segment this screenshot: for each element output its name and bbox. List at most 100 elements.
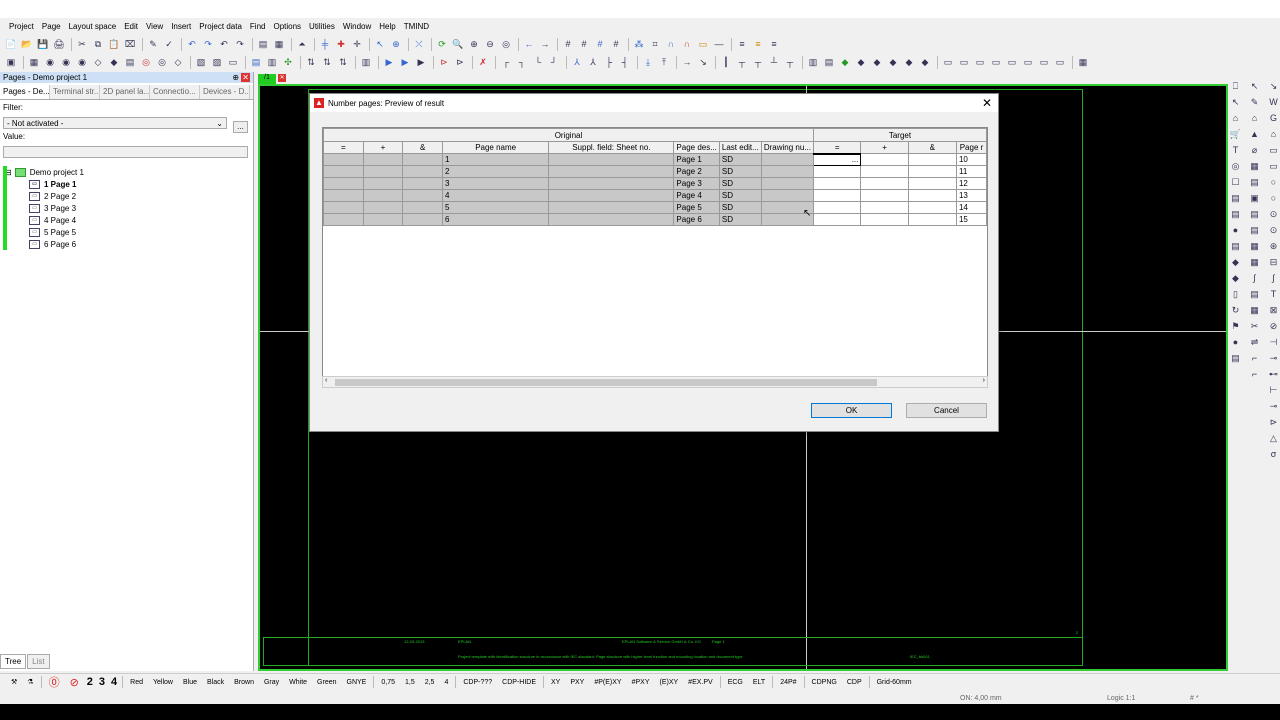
- coordinate-mode-button[interactable]: XY: [546, 679, 565, 686]
- toolbar-icon[interactable]: ⊕: [389, 38, 403, 50]
- toolbar-icon[interactable]: ▭: [1037, 56, 1051, 68]
- horizontal-scrollbar[interactable]: ‹ ›: [322, 376, 988, 388]
- toolbar-icon[interactable]: ▥: [806, 56, 820, 68]
- tool-icon[interactable]: ▤: [1229, 192, 1242, 205]
- target-cell[interactable]: 11: [955, 165, 987, 178]
- target-cell[interactable]: [907, 153, 957, 166]
- scrollbar-thumb[interactable]: [335, 379, 877, 386]
- table-row[interactable]: 6 Page 6 SD 15: [323, 213, 987, 226]
- tool-icon[interactable]: ↖: [1248, 80, 1261, 93]
- scroll-left-icon[interactable]: ‹: [325, 377, 327, 384]
- tool-icon[interactable]: ▦: [1248, 240, 1261, 253]
- pin-icon[interactable]: ⊕: [232, 73, 239, 82]
- toolbar-icon[interactable]: ↷: [233, 38, 247, 50]
- target-cell[interactable]: [860, 189, 909, 202]
- toolbar-icon[interactable]: ∩: [664, 38, 678, 50]
- toolbar-icon[interactable]: ✛: [350, 38, 364, 50]
- tool-icon[interactable]: ⊸: [1267, 352, 1280, 365]
- toolbar-icon[interactable]: ┤: [618, 56, 632, 68]
- tool-icon[interactable]: ⌂: [1248, 112, 1261, 125]
- target-cell[interactable]: ...: [812, 153, 862, 166]
- menu-item-view[interactable]: View: [142, 22, 167, 31]
- toolbar-icon[interactable]: ▦: [27, 56, 41, 68]
- menu-item-options[interactable]: Options: [269, 22, 305, 31]
- tree-page-node[interactable]: ▭ 4 Page 4: [0, 214, 253, 226]
- toolbar-icon[interactable]: ▭: [957, 56, 971, 68]
- toolbar-icon[interactable]: ▥: [265, 56, 279, 68]
- tool-icon[interactable]: ⇌: [1248, 336, 1261, 349]
- tab-list[interactable]: List: [27, 654, 50, 669]
- target-cell[interactable]: [812, 213, 862, 226]
- column-header[interactable]: &: [402, 141, 443, 154]
- toolbar-icon[interactable]: ◇: [171, 56, 185, 68]
- tool-icon[interactable]: ○: [1267, 192, 1280, 205]
- tool-icon[interactable]: ▤: [1229, 208, 1242, 221]
- tool-icon[interactable]: ▤: [1248, 176, 1261, 189]
- toolbar-icon[interactable]: ↶: [185, 38, 199, 50]
- toolbar-icon[interactable]: ↷: [201, 38, 215, 50]
- tool-icon[interactable]: ⊙: [1267, 208, 1280, 221]
- color-button-black[interactable]: Black: [202, 679, 229, 686]
- tool-icon[interactable]: ▲: [1248, 128, 1261, 141]
- toolbar-icon[interactable]: ┴: [767, 56, 781, 68]
- toolbar-icon[interactable]: #: [593, 38, 607, 50]
- toolbar-icon[interactable]: ◆: [886, 56, 900, 68]
- cancel-icon[interactable]: ⊘: [65, 676, 84, 689]
- menu-item-find[interactable]: Find: [246, 22, 270, 31]
- toolbar-icon[interactable]: →: [538, 38, 552, 50]
- tab-2d-panel-layout[interactable]: 2D panel la...: [100, 85, 150, 99]
- coordinate-mode-button[interactable]: PXY: [565, 679, 589, 686]
- table-row[interactable]: 3 Page 3 SD 12: [323, 177, 987, 190]
- tool-icon[interactable]: G: [1267, 112, 1280, 125]
- toolbar-icon[interactable]: ▣: [4, 56, 18, 68]
- toolbar-icon[interactable]: ◆: [107, 56, 121, 68]
- toolbar-icon[interactable]: ⇅: [320, 56, 334, 68]
- toolbar-icon[interactable]: ┬: [783, 56, 797, 68]
- tool-icon[interactable]: ⚑: [1229, 320, 1242, 333]
- tool-icon[interactable]: ↻: [1229, 304, 1242, 317]
- toolbar-icon[interactable]: ▭: [941, 56, 955, 68]
- wand-icon[interactable]: ⚒: [6, 678, 22, 686]
- target-cell[interactable]: [860, 165, 909, 178]
- target-cell[interactable]: [907, 213, 957, 226]
- toolbar-icon[interactable]: ▭: [1053, 56, 1067, 68]
- toolbar-icon[interactable]: ◇: [91, 56, 105, 68]
- toolbar-icon[interactable]: ≡: [767, 38, 781, 50]
- tool-icon[interactable]: ⌀: [1248, 144, 1261, 157]
- tool-icon[interactable]: ⊠: [1267, 304, 1280, 317]
- cdp-button[interactable]: CDP-???: [458, 679, 497, 686]
- toolbar-icon[interactable]: ▶: [398, 56, 412, 68]
- toolbar-icon[interactable]: ∩: [680, 38, 694, 50]
- menu-item-page[interactable]: Page: [38, 22, 65, 31]
- color-button-gnye[interactable]: GNYE: [342, 679, 372, 686]
- target-cell[interactable]: [812, 189, 862, 202]
- preview-grid[interactable]: Original Target = + & Page name Suppl. field…: [322, 127, 988, 387]
- toolbar-icon[interactable]: 📋: [107, 38, 121, 50]
- tab-tree[interactable]: Tree: [0, 654, 27, 669]
- tool-icon[interactable]: △: [1267, 432, 1280, 445]
- target-cell[interactable]: [907, 177, 957, 190]
- toolbar-icon[interactable]: ┬: [751, 56, 765, 68]
- toolbar-icon[interactable]: ┐: [515, 56, 529, 68]
- cdp-button[interactable]: CDP-HIDE: [497, 679, 541, 686]
- tool-icon[interactable]: ⊙: [1267, 224, 1280, 237]
- toolbar-icon[interactable]: ✂: [75, 38, 89, 50]
- tool-icon[interactable]: ⌐: [1248, 368, 1261, 381]
- line-width-button[interactable]: 2,5: [420, 679, 440, 686]
- table-row[interactable]: 5 Page 5 SD 14: [323, 201, 987, 214]
- filter-more-button[interactable]: ...: [233, 121, 248, 133]
- tree-project-node[interactable]: ⊟ Demo project 1: [0, 166, 253, 178]
- tool-icon[interactable]: ⊣: [1267, 336, 1280, 349]
- toolbar-icon[interactable]: #: [577, 38, 591, 50]
- toolbar-icon[interactable]: ▭: [989, 56, 1003, 68]
- coordinate-mode-button[interactable]: #EX.PV: [683, 679, 718, 686]
- tool-icon[interactable]: ↖: [1229, 96, 1242, 109]
- toolbar-icon[interactable]: ▭: [696, 38, 710, 50]
- menu-item-project-data[interactable]: Project data: [195, 22, 246, 31]
- tool-icon[interactable]: ∫: [1267, 272, 1280, 285]
- tool-icon[interactable]: ⊳: [1267, 416, 1280, 429]
- toolbar-icon[interactable]: 💾: [36, 38, 50, 50]
- toolbar-icon[interactable]: ┬: [735, 56, 749, 68]
- tool-icon[interactable]: ⊟: [1267, 256, 1280, 269]
- toolbar-icon[interactable]: ◆: [870, 56, 884, 68]
